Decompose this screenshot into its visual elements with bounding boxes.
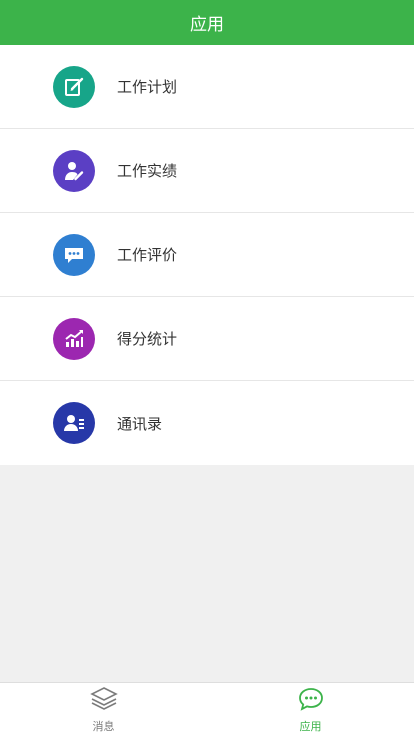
app-menu-list: 工作计划 工作实绩 工作评价 得分统计 通讯录 (0, 45, 414, 465)
menu-item-label: 工作实绩 (117, 162, 178, 180)
menu-item-work-plan[interactable]: 工作计划 (0, 45, 414, 129)
user-edit-icon (53, 149, 95, 192)
app-screen: 应用 工作计划 工作实绩 工作评价 得分统计 通讯录 消息 应用 (0, 0, 414, 736)
menu-item-label: 通讯录 (117, 414, 163, 433)
tab-label: 应用 (299, 719, 322, 733)
chat-bubble-icon (297, 686, 325, 716)
menu-item-label: 工作评价 (117, 246, 178, 264)
header-bar: 应用 (0, 0, 414, 45)
menu-item-work-evaluation[interactable]: 工作评价 (0, 213, 414, 297)
tab-label: 消息 (92, 719, 115, 733)
menu-item-contacts[interactable]: 通讯录 (0, 381, 414, 465)
chat-bubble-icon (53, 233, 95, 276)
menu-item-label: 工作计划 (117, 78, 178, 96)
edit-note-icon (53, 65, 95, 108)
menu-item-label: 得分统计 (117, 330, 178, 348)
tab-apps[interactable]: 应用 (207, 683, 414, 736)
layers-icon (89, 686, 118, 716)
menu-item-score-statistics[interactable]: 得分统计 (0, 297, 414, 381)
page-title: 应用 (190, 15, 224, 35)
bottom-tab-bar: 消息 应用 (0, 682, 414, 736)
menu-item-work-results[interactable]: 工作实绩 (0, 129, 414, 213)
bar-chart-icon (53, 317, 95, 360)
tab-messages[interactable]: 消息 (0, 683, 207, 736)
contacts-icon (53, 402, 95, 444)
